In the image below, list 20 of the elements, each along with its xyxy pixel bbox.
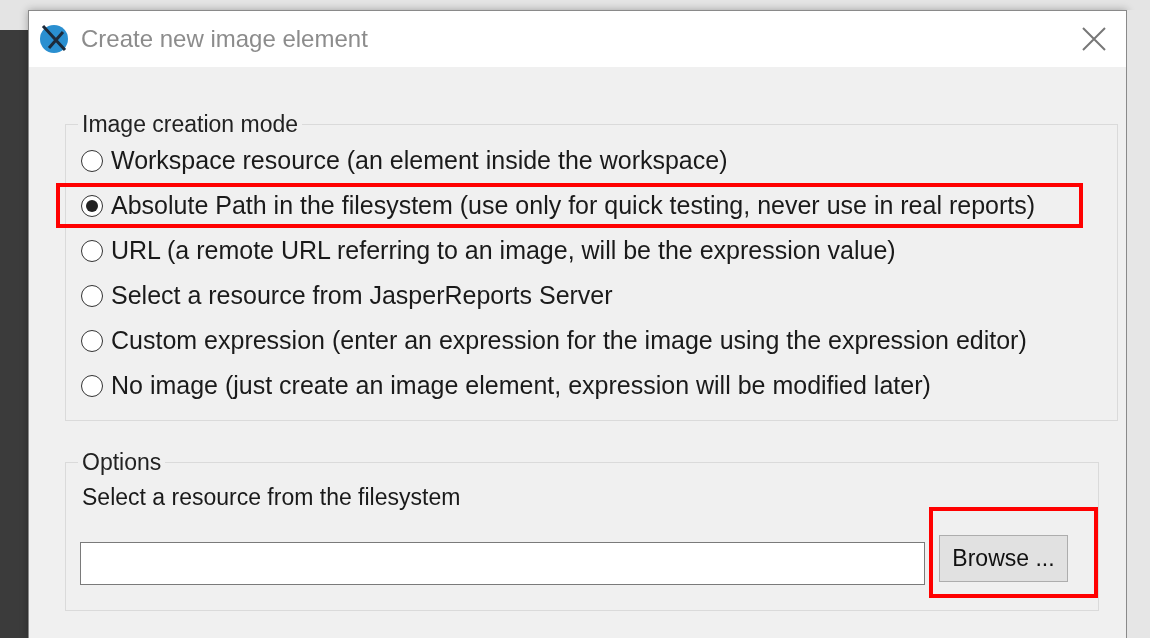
group-title: Image creation mode	[81, 111, 300, 138]
radio-button[interactable]	[81, 194, 103, 217]
radio-button[interactable]	[81, 374, 103, 397]
radio-label[interactable]: Workspace resource (an element inside the workspace)	[111, 146, 728, 175]
browse-button[interactable]: Browse ...	[939, 535, 1068, 582]
radio-label[interactable]: No image (just create an image element, expression will be modified later)	[111, 371, 931, 400]
radio-label[interactable]: Custom expression (enter an expression for the image using the expression editor)	[111, 326, 1027, 355]
group-title: Options	[81, 449, 163, 476]
radio-label[interactable]: URL (a remote URL referring to an image, will be the expression value)	[111, 236, 896, 265]
close-icon	[1081, 26, 1107, 52]
radio-label[interactable]: Absolute Path in the filesystem (use only for quick testing, never use in real reports)	[111, 191, 1036, 220]
app-logo-icon	[37, 22, 71, 56]
radio-button[interactable]	[81, 239, 103, 262]
window-title: Create new image element	[81, 25, 369, 53]
radio-button[interactable]	[81, 149, 103, 172]
radio-button[interactable]	[81, 329, 103, 352]
radio-button[interactable]	[81, 284, 103, 307]
radio-label[interactable]: Select a resource from JasperReports Server	[111, 281, 613, 310]
field-label: Select a resource from the filesystem	[82, 484, 462, 511]
path-field[interactable]	[80, 542, 925, 585]
